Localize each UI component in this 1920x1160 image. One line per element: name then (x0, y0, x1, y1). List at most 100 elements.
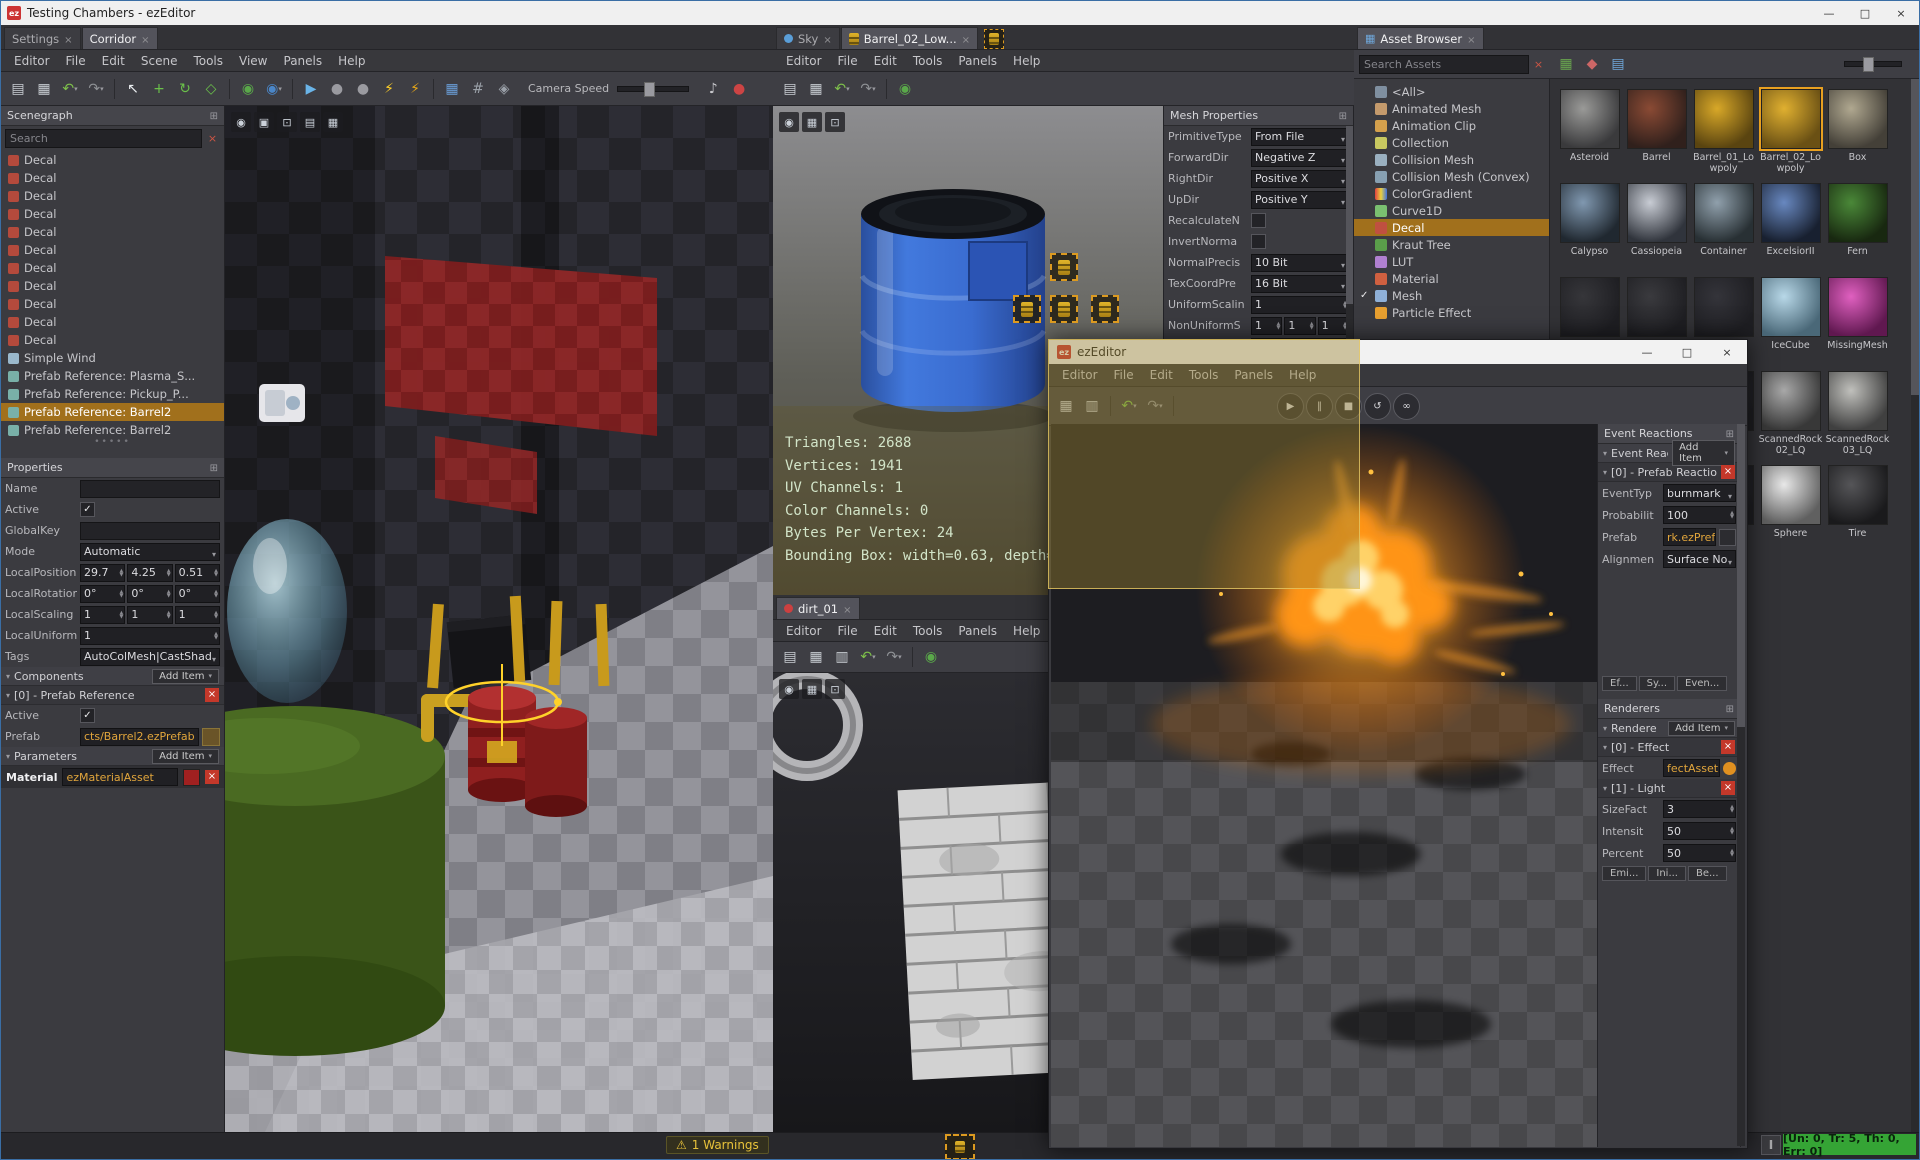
save-scene[interactable]: ▦ (32, 77, 56, 101)
title-bar[interactable]: ez Testing Chambers - ezEditor — □ × (1, 1, 1919, 25)
number-spinner[interactable]: 3 (1663, 800, 1736, 818)
tree-item[interactable]: Decal (1, 331, 224, 349)
toolbar-button[interactable] (288, 77, 297, 101)
mesh-properties-header[interactable]: Mesh Properties (1164, 106, 1353, 126)
asset-filter-item[interactable]: Collection (1354, 134, 1549, 151)
maximize-viewport[interactable]: ⊡ (277, 112, 297, 132)
asset-thumbnail[interactable] (1693, 277, 1754, 337)
vector3-input[interactable]: 1 1 1 (1251, 316, 1349, 335)
material-color-swatch[interactable] (183, 768, 200, 786)
asset-thumbnail[interactable] (1559, 89, 1620, 149)
asset-item[interactable]: Barrel (1623, 87, 1690, 181)
scene-tab[interactable]: Settings (4, 27, 81, 49)
menu-item[interactable]: Panels (951, 622, 1004, 640)
asset-item[interactable]: ExcelsiorII (1757, 181, 1824, 275)
asset-thumbnail[interactable] (1559, 183, 1620, 243)
panel-menu-icon[interactable] (1726, 427, 1734, 440)
redo[interactable]: ↷ (856, 77, 880, 101)
dropdown[interactable]: From File (1251, 127, 1349, 146)
tree-item[interactable]: Prefab Reference: Pickup_P... (1, 385, 224, 403)
asset-item[interactable]: Calypso (1556, 181, 1623, 275)
clear-search-icon[interactable]: × (205, 131, 220, 146)
text-input[interactable] (80, 521, 220, 540)
asset-item[interactable]: IceCube (1757, 275, 1824, 369)
remove-parameter-button[interactable] (205, 770, 219, 784)
asset-filter-item[interactable]: Mesh (1354, 287, 1549, 304)
number-spinner[interactable]: 1 (80, 626, 220, 645)
add-parameter-button[interactable]: Add Item (152, 748, 219, 764)
asset-thumbnail[interactable] (1827, 89, 1888, 149)
asset-item[interactable]: Container (1690, 181, 1757, 275)
asset-thumbnail[interactable] (1760, 183, 1821, 243)
menu-item[interactable]: File (831, 622, 865, 640)
asset-thumbnail[interactable] (1559, 277, 1620, 337)
dropdown[interactable]: Automatic (80, 542, 220, 561)
panel-menu-icon[interactable] (210, 109, 218, 122)
grid-toggle[interactable]: ▦ (802, 112, 822, 132)
slider-thumb[interactable] (1863, 57, 1874, 72)
spinner-arrows-icon[interactable] (214, 632, 219, 640)
asset-import[interactable]: ▤ (1606, 52, 1630, 76)
minimize-button[interactable]: — (1811, 1, 1847, 25)
snap-rotation[interactable]: ◈ (492, 77, 516, 101)
asset-filter-item[interactable]: ColorGradient (1354, 185, 1549, 202)
add-component-button[interactable]: Add Item (152, 668, 219, 684)
menu-item[interactable]: File (831, 52, 865, 70)
minimize-button[interactable]: — (1627, 340, 1667, 364)
play-scene[interactable]: ▶ (299, 77, 323, 101)
browse-asset-button[interactable] (202, 727, 220, 746)
asset-item[interactable]: MissingMesh (1824, 275, 1891, 369)
dock-target-left[interactable] (1013, 295, 1041, 323)
tree-item[interactable]: Decal (1, 151, 224, 169)
maximize-viewport[interactable]: ⊡ (825, 679, 845, 699)
menu-item[interactable]: Help (1006, 52, 1047, 70)
effect-section[interactable]: [0] - Effect (1598, 738, 1740, 757)
scene-tab[interactable]: Corridor (81, 27, 158, 49)
active-checkbox[interactable] (80, 708, 95, 723)
toolbar-button[interactable] (110, 77, 119, 101)
asset-item[interactable]: Barrel_01_Lowpoly (1690, 87, 1757, 181)
asset-thumbnail[interactable] (1626, 277, 1687, 337)
dock-target-top[interactable] (1050, 253, 1078, 281)
panel-splitter[interactable]: ••••• (1, 437, 224, 447)
asset-filter-item[interactable]: Animation Clip (1354, 117, 1549, 134)
simulate[interactable]: ⚡ (377, 77, 401, 101)
menu-item[interactable]: Editor (779, 52, 829, 70)
asset-thumbnail[interactable] (1626, 89, 1687, 149)
toolbar-button[interactable] (908, 645, 917, 669)
slider-thumb[interactable] (644, 81, 656, 97)
asset-thumbnail[interactable] (1693, 183, 1754, 243)
maximize-viewport[interactable]: ⊡ (825, 112, 845, 132)
panel-tab[interactable]: Ini... (1648, 866, 1686, 881)
snap-grid[interactable]: ▦ (440, 77, 464, 101)
scenegraph-header[interactable]: Scenegraph (1, 106, 224, 126)
vector3-input[interactable]: 29.7 4.25 0.51 (80, 563, 220, 582)
scrollbar[interactable] (1911, 79, 1919, 1132)
asset-filter-item[interactable]: Decal (1354, 219, 1549, 236)
text-input[interactable] (80, 479, 220, 498)
components-section[interactable]: Components Add Item (1, 667, 224, 686)
undo[interactable]: ↶ (58, 77, 82, 101)
tree-item[interactable]: Decal (1, 223, 224, 241)
parameters-section[interactable]: Parameters Add Item (1, 747, 224, 766)
asset-filter-item[interactable]: Particle Effect (1354, 304, 1549, 321)
add-event-reaction-button[interactable]: Add Item (1672, 440, 1735, 466)
panel-menu-icon[interactable] (1339, 109, 1347, 122)
render-mode[interactable]: ◉ (231, 112, 251, 132)
maximize-button[interactable]: □ (1667, 340, 1707, 364)
record[interactable]: ● (351, 77, 375, 101)
select-tool[interactable]: ↖ (121, 77, 145, 101)
new-scene[interactable]: ▤ (6, 77, 30, 101)
remove-effect-button[interactable] (1721, 740, 1735, 754)
tree-item[interactable]: Decal (1, 241, 224, 259)
close-icon[interactable] (1467, 32, 1475, 46)
warnings-badge[interactable]: ⚠ 1 Warnings (666, 1136, 769, 1154)
event-reactions-group[interactable]: Event Reac Add Item (1598, 440, 1740, 466)
tree-item[interactable]: Prefab Reference: Barrel2 (1, 403, 224, 421)
asset-thumbnail[interactable] (1760, 465, 1821, 525)
asset-collections[interactable]: ▦ (1554, 52, 1578, 76)
tab-asset-browser[interactable]: ▦ Asset Browser (1357, 27, 1484, 49)
camera-view[interactable]: ▣ (254, 112, 274, 132)
undo[interactable]: ↶ (830, 77, 854, 101)
rotate-tool[interactable]: ↻ (173, 77, 197, 101)
